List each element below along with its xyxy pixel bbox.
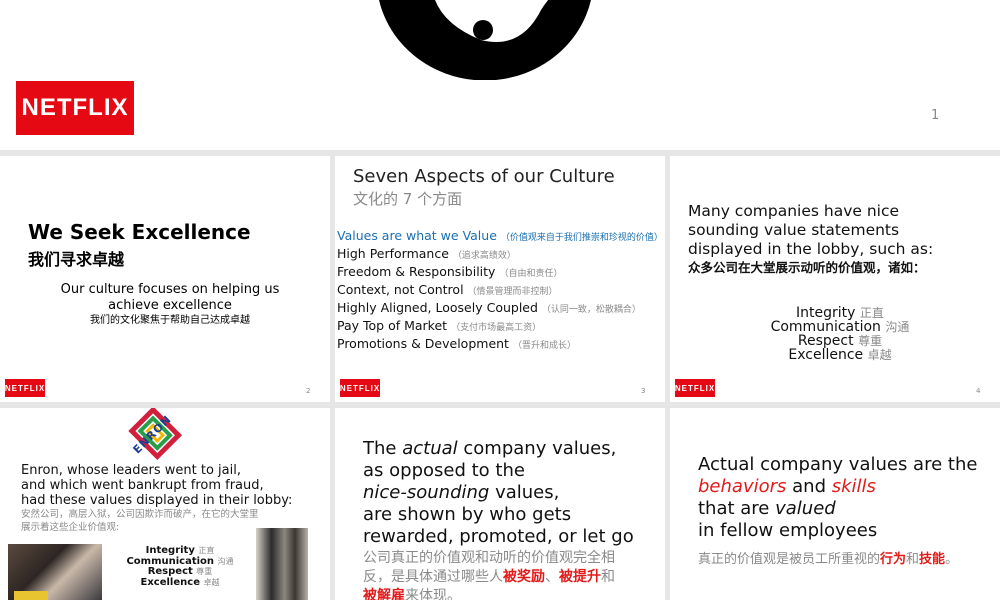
values-list: Integrity 正直 Communication 沟通 Respect 尊重… (730, 306, 950, 362)
page-number: 2 (306, 387, 311, 395)
slide-1[interactable]: NETFLIX 1 (0, 0, 1000, 150)
body-line: Our culture focuses on helping us (60, 282, 280, 297)
value-item: Integrity 正直 (796, 305, 884, 321)
intro-line: and which went bankrupt from fraud, (21, 478, 264, 493)
text-line: The actual company values, (363, 438, 617, 459)
netflix-logo: NETFLIX (5, 379, 45, 397)
cn-line: 公司真正的价值观和动听的价值观完全相 (363, 550, 615, 566)
text-line: as opposed to the (363, 460, 525, 481)
photo-left-badge (14, 591, 48, 600)
intro-line: displayed in the lobby, such as: (688, 240, 934, 258)
cn-line: 真正的价值观是被员工所重视的行为和技能。 (698, 552, 959, 567)
main-text: Actual company values are the behaviors … (698, 454, 977, 542)
intro-text: Enron, whose leaders went to jail, and w… (21, 463, 292, 534)
body-text: Our culture focuses on helping us achiev… (40, 282, 300, 327)
main-text: The actual company values, as opposed to… (363, 438, 634, 548)
slide-3[interactable]: Seven Aspects of our Culture 文化的 7 个方面 V… (335, 156, 665, 402)
value-item: Communication 沟通 (770, 319, 910, 335)
slide-7[interactable]: Actual company values are the behaviors … (670, 408, 1000, 600)
list-item: Pay Top of Market （支付市场最高工资） (337, 318, 542, 333)
text-line: Actual company values are the (698, 454, 978, 475)
intro-line: Enron, whose leaders went to jail, (21, 463, 241, 478)
list-item: Freedom & Responsibility （自由和责任） (337, 264, 563, 279)
value-item: Excellence 卓越 (788, 347, 892, 363)
cn-text: 公司真正的价值观和动听的价值观完全相 反，是具体通过哪些人被奖励、被提升和 被解… (363, 549, 653, 600)
list-item: Highly Aligned, Loosely Coupled （认同一致，松散… (337, 300, 641, 315)
slide-title-cn: 文化的 7 个方面 (353, 190, 463, 208)
slide-title: Seven Aspects of our Culture (353, 166, 615, 187)
text-line: in fellow employees (698, 520, 878, 541)
aspects-list: Values are what we Value （价值观来自于我们推崇和珍视的… (337, 228, 663, 354)
values-list: Integrity 正直 Communication 沟通 Respect 尊重… (110, 545, 250, 588)
intro-line-cn: 展示着这些企业价值观: (21, 522, 120, 533)
text-line: are shown by who gets (363, 504, 572, 525)
text-line: nice-sounding values, (363, 482, 560, 503)
netflix-logo: NETFLIX (675, 379, 715, 397)
body-line-cn: 我们的文化聚焦于帮助自己达成卓越 (90, 315, 250, 326)
yin-yang-icon (379, 0, 591, 80)
value-item: Excellence 卓越 (140, 576, 220, 588)
slide-5[interactable]: ENRON Enron, whose leaders went to jail,… (0, 408, 330, 600)
cn-line: 被解雇来体现。 (363, 588, 461, 600)
intro-line-cn: 安然公司，高层入狱，公司因欺诈而破产，在它的大堂里 (21, 509, 259, 520)
value-item: Respect 尊重 (797, 333, 883, 349)
intro-line: sounding value statements (688, 221, 900, 239)
photo-right (256, 528, 308, 600)
page-number: 4 (976, 387, 981, 395)
slide-4[interactable]: Many companies have nice sounding value … (670, 156, 1000, 402)
intro-line: had these values displayed in their lobb… (21, 493, 293, 508)
intro-line-cn: 众多公司在大堂展示动听的价值观，诸如： (688, 260, 926, 275)
text-line: that are valued (698, 498, 836, 519)
intro-text: Many companies have nice sounding value … (688, 202, 933, 276)
cn-line: 反，是具体通过哪些人被奖励、被提升和 (363, 569, 615, 585)
text-line: rewarded, promoted, or let go (363, 526, 634, 547)
slide-6[interactable]: The actual company values, as opposed to… (335, 408, 665, 600)
slide-title: We Seek Excellence (28, 220, 251, 244)
list-item: Context, not Control （情景管理而非控制） (337, 282, 558, 297)
page-number: 3 (641, 387, 646, 395)
page-number: 1 (931, 108, 940, 123)
slide-2[interactable]: We Seek Excellence 我们寻求卓越 Our culture fo… (0, 156, 330, 402)
intro-line: Many companies have nice (688, 202, 900, 220)
list-item: Promotions & Development （晋升和成长） (337, 336, 576, 351)
netflix-logo: NETFLIX (16, 81, 134, 135)
list-item: High Performance （追求高绩效） (337, 246, 516, 261)
slide-title-cn: 我们寻求卓越 (28, 250, 125, 269)
netflix-logo: NETFLIX (340, 379, 380, 397)
list-item: Values are what we Value （价值观来自于我们推崇和珍视的… (337, 228, 663, 243)
body-line: achieve excellence (108, 298, 232, 313)
text-line: behaviors and skills (698, 476, 876, 497)
